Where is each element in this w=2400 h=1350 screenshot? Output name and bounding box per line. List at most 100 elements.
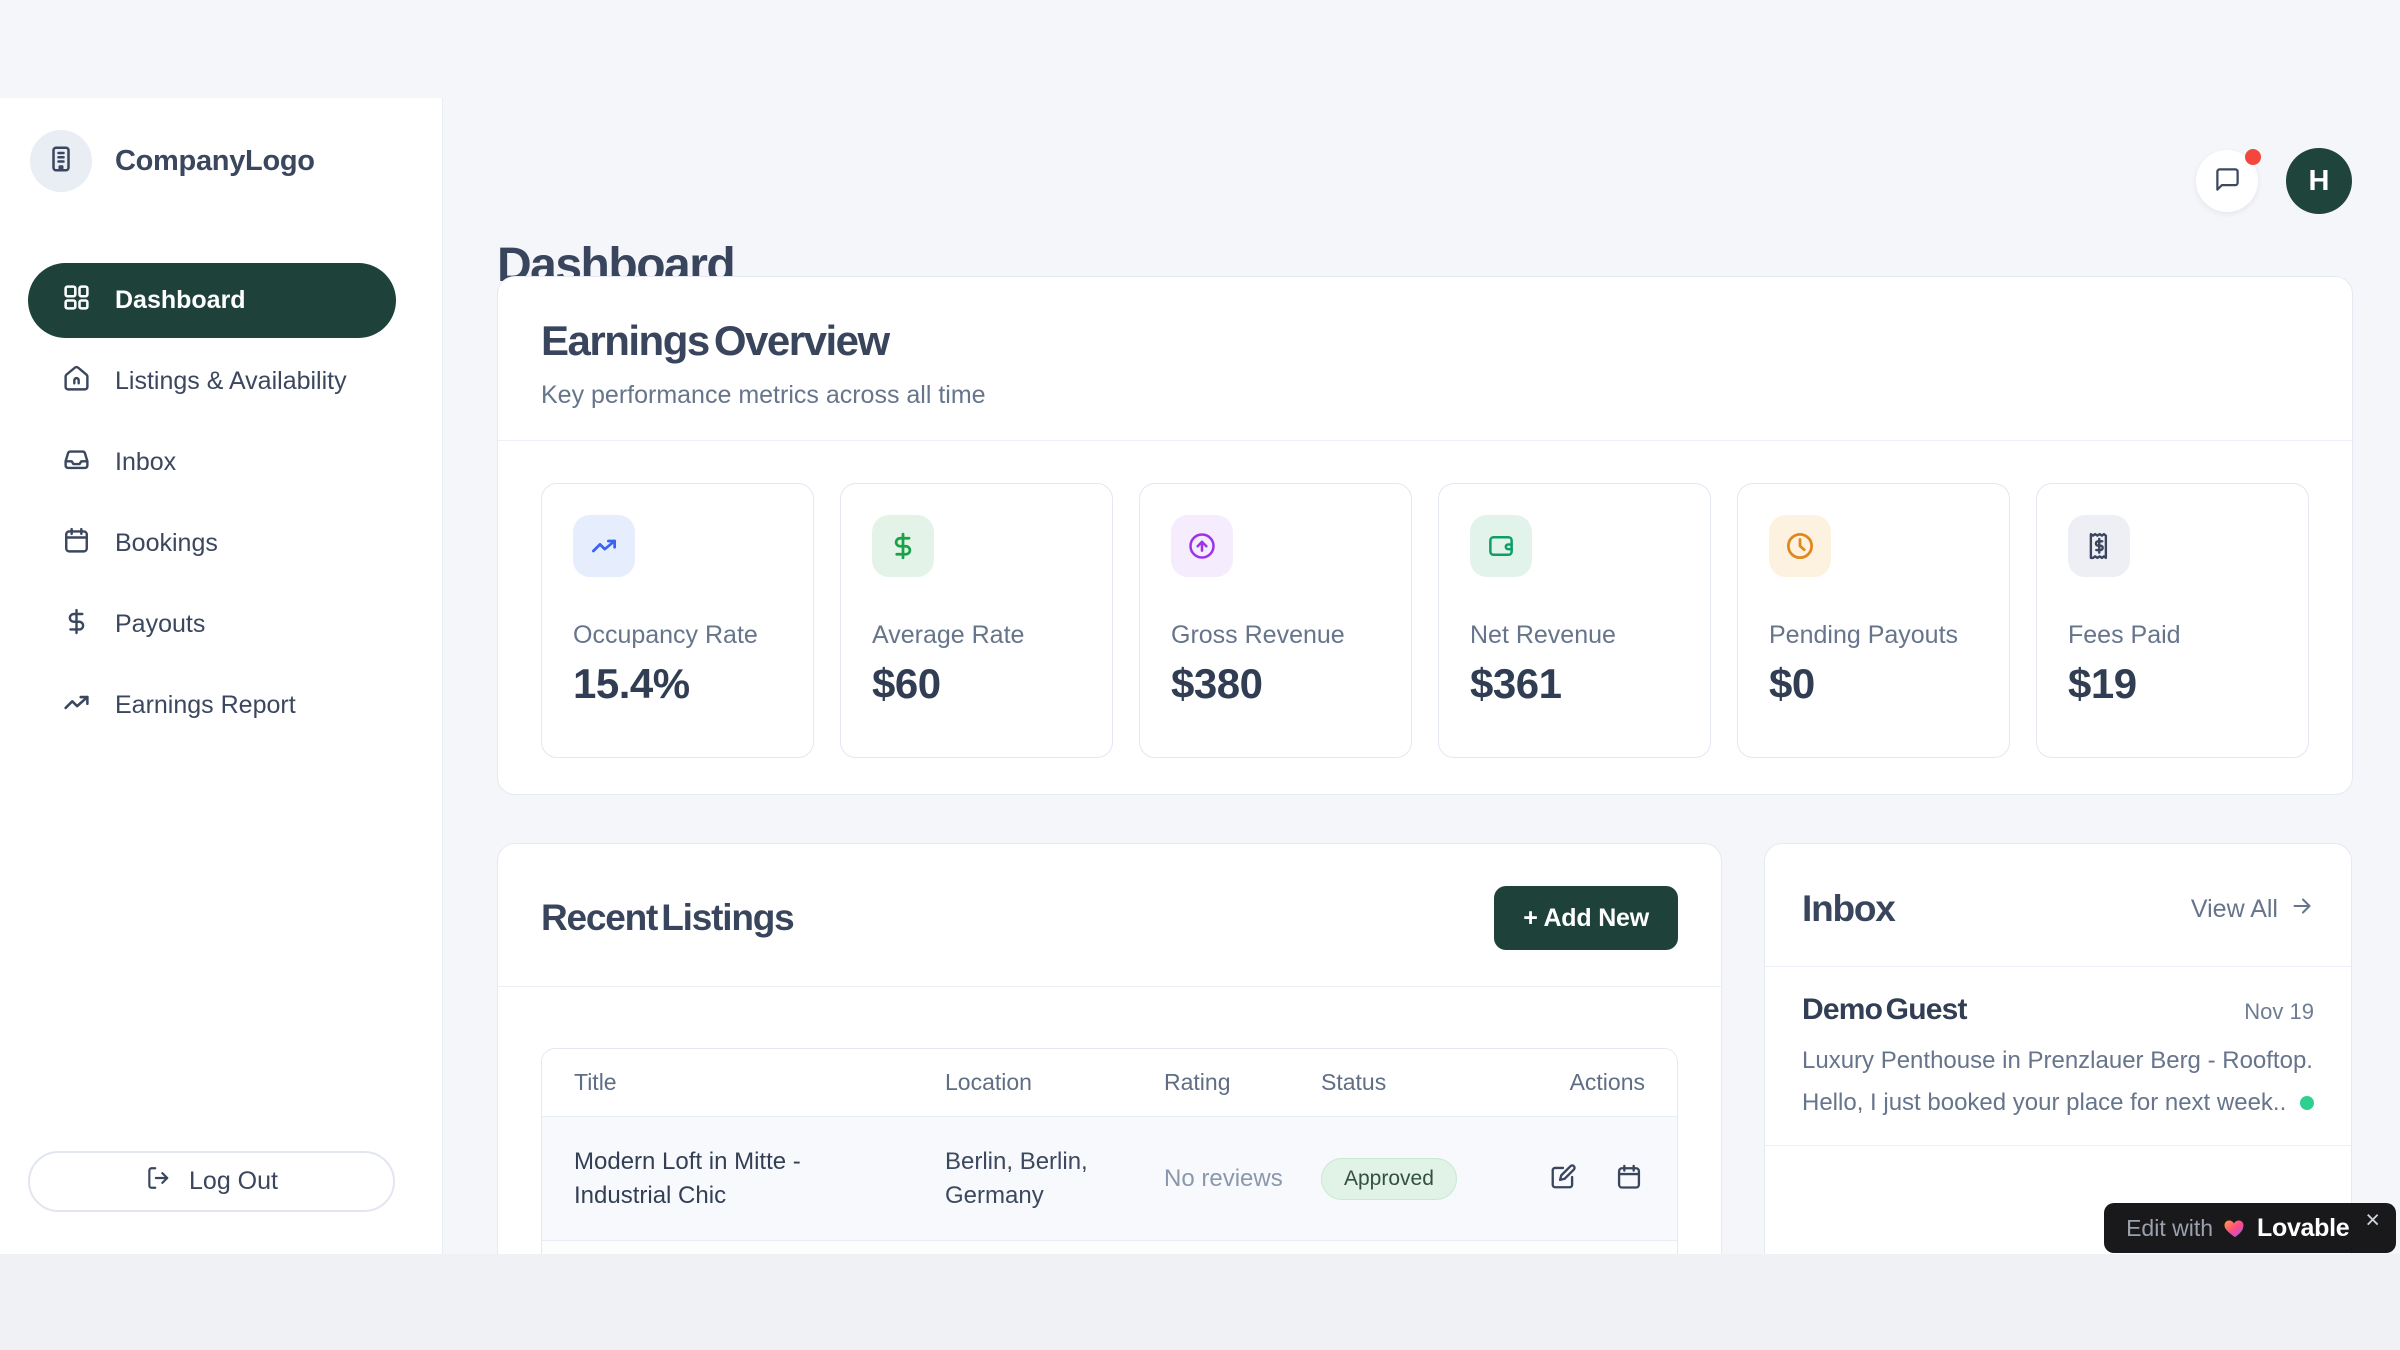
sidebar: CompanyLogo Dashboard (0, 98, 443, 1254)
calendar-icon (62, 526, 91, 562)
circle-arrow-up-icon (1171, 515, 1233, 577)
metric-label: Net Revenue (1470, 621, 1679, 650)
lovable-badge[interactable]: Edit with Lovable × (2104, 1203, 2396, 1253)
sidebar-item-listings[interactable]: Listings & Availability (28, 344, 396, 419)
view-all-label: View All (2191, 895, 2278, 924)
sidebar-item-dashboard[interactable]: Dashboard (28, 263, 396, 338)
view-all-link[interactable]: View All (2191, 894, 2314, 925)
sidebar-item-payouts[interactable]: Payouts (28, 587, 396, 662)
inbox-title: Inbox (1802, 888, 1895, 930)
unread-dot (2300, 1096, 2314, 1110)
page-bottom-band (0, 1254, 2400, 1350)
notification-dot (2245, 149, 2261, 165)
company-logo: CompanyLogo (30, 130, 315, 192)
company-logo-text: CompanyLogo (115, 145, 315, 178)
edit-listing-button[interactable] (1549, 1163, 1577, 1194)
trending-up-icon (573, 515, 635, 577)
sidebar-item-label: Listings & Availability (115, 367, 347, 396)
metrics-row: Occupancy Rate 15.4% Average Rate $60 (541, 483, 2309, 758)
listings-table-header: Title Location Rating Status Actions (542, 1049, 1677, 1117)
main-content: Dashboard H Earnings Overview Key perfor… (443, 98, 2400, 1254)
arrow-right-icon (2290, 894, 2314, 925)
inbox-header: Inbox View All (1765, 844, 2351, 967)
table-row: Modern Loft in Mitte - Industrial Chic B… (542, 1117, 1677, 1241)
metric-label: Occupancy Rate (573, 621, 782, 650)
metric-label: Fees Paid (2068, 621, 2277, 650)
logout-label: Log Out (189, 1167, 278, 1196)
metric-card-pending-payouts: Pending Payouts $0 (1737, 483, 2010, 758)
recent-listings-title: Recent Listings (541, 897, 794, 939)
metric-card-fees-paid: Fees Paid $19 (2036, 483, 2309, 758)
square-pen-icon (1549, 1163, 1577, 1194)
calendar-icon (1615, 1163, 1643, 1194)
dollar-sign-icon (872, 515, 934, 577)
metric-value: $19 (2068, 660, 2277, 708)
dollar-sign-icon (62, 607, 91, 643)
company-logo-badge (30, 130, 92, 192)
metric-value: $361 (1470, 660, 1679, 708)
earnings-overview-subtitle: Key performance metrics across all time (541, 381, 2309, 410)
metric-value: $0 (1769, 660, 1978, 708)
close-icon[interactable]: × (2359, 1206, 2380, 1235)
sidebar-item-label: Payouts (115, 610, 205, 639)
top-actions: H (2196, 148, 2352, 214)
status-badge: Approved (1321, 1158, 1457, 1200)
column-header-title: Title (542, 1049, 913, 1116)
logout-button[interactable]: Log Out (28, 1151, 395, 1212)
sidebar-nav: Dashboard Listings & Availability (0, 263, 443, 749)
page: CompanyLogo Dashboard (0, 0, 2400, 1350)
inbox-message-item[interactable]: Demo Guest Nov 19 Luxury Penthouse in Pr… (1765, 967, 2351, 1146)
sidebar-item-inbox[interactable]: Inbox (28, 425, 396, 500)
chat-button[interactable] (2196, 150, 2258, 212)
column-header-actions: Actions (1505, 1049, 1677, 1116)
layout-grid-icon (62, 283, 91, 319)
metric-card-net-revenue: Net Revenue $361 (1438, 483, 1711, 758)
clock-icon (1769, 515, 1831, 577)
sidebar-item-label: Earnings Report (115, 691, 296, 720)
message-square-icon (2214, 166, 2241, 196)
earnings-overview-title: Earnings Overview (541, 317, 2309, 365)
home-icon (62, 364, 91, 400)
trending-up-icon (62, 688, 91, 724)
logout-icon (145, 1165, 171, 1198)
recent-listings-header: Recent Listings + Add New (498, 844, 1721, 987)
recent-listings-card: Recent Listings + Add New Title Location… (497, 843, 1722, 1254)
metric-value: 15.4% (573, 660, 782, 708)
message-sender: Demo Guest (1802, 993, 1967, 1027)
building-icon (46, 144, 76, 179)
wallet-icon (1470, 515, 1532, 577)
sidebar-item-label: Inbox (115, 448, 176, 477)
column-header-location: Location (913, 1049, 1132, 1116)
table-row (542, 1241, 1677, 1254)
metric-label: Average Rate (872, 621, 1081, 650)
sidebar-item-earnings-report[interactable]: Earnings Report (28, 668, 396, 743)
lovable-badge-brand: Lovable (2257, 1214, 2349, 1243)
sidebar-item-label: Bookings (115, 529, 218, 558)
metric-value: $380 (1171, 660, 1380, 708)
metric-label: Gross Revenue (1171, 621, 1380, 650)
sidebar-item-label: Dashboard (115, 286, 246, 315)
metric-card-gross-revenue: Gross Revenue $380 (1139, 483, 1412, 758)
listing-rating: No reviews (1164, 1162, 1283, 1196)
metric-value: $60 (872, 660, 1081, 708)
avatar[interactable]: H (2286, 148, 2352, 214)
sidebar-item-bookings[interactable]: Bookings (28, 506, 396, 581)
metric-card-average-rate: Average Rate $60 (840, 483, 1113, 758)
listing-location: Berlin, Berlin, Germany (945, 1145, 1130, 1212)
listing-title: Modern Loft in Mitte - Industrial Chic (574, 1145, 874, 1212)
message-date: Nov 19 (2244, 999, 2314, 1025)
listings-table: Title Location Rating Status Actions Mod… (541, 1048, 1678, 1254)
earnings-overview-header: Earnings Overview Key performance metric… (498, 277, 2352, 441)
message-subject: Luxury Penthouse in Prenzlauer Berg - Ro… (1802, 1047, 2314, 1075)
listing-calendar-button[interactable] (1615, 1163, 1643, 1194)
metric-label: Pending Payouts (1769, 621, 1978, 650)
add-new-button[interactable]: + Add New (1494, 886, 1678, 950)
heart-icon (2223, 1216, 2247, 1240)
lovable-badge-prefix: Edit with (2126, 1215, 2213, 1242)
inbox-card: Inbox View All Demo Guest Nov 19 Luxury … (1764, 843, 2352, 1254)
metric-card-occupancy-rate: Occupancy Rate 15.4% (541, 483, 814, 758)
earnings-overview-card: Earnings Overview Key performance metric… (497, 276, 2353, 795)
column-header-status: Status (1289, 1049, 1505, 1116)
receipt-icon (2068, 515, 2130, 577)
message-preview: Hello, I just booked your place for next… (1802, 1089, 2286, 1117)
